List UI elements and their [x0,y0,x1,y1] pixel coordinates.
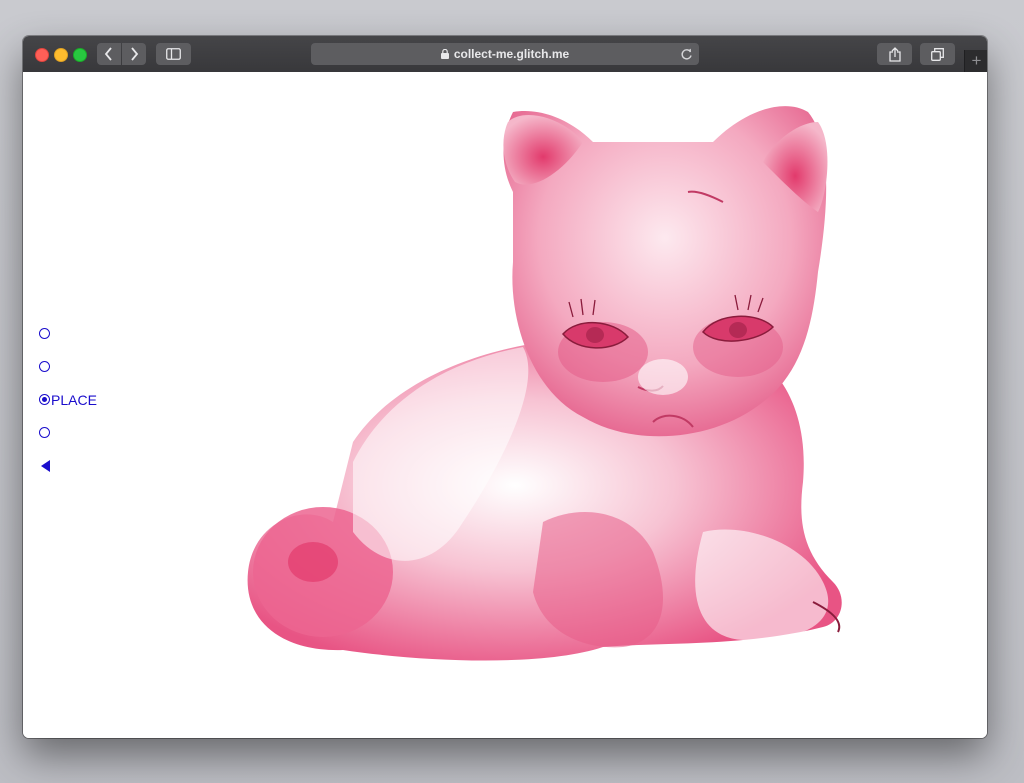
lock-icon [440,49,449,59]
share-icon [888,46,901,62]
page-content: PLACE [23,72,987,738]
chevron-right-icon [131,47,139,61]
sidebar-toggle-button[interactable] [156,43,191,65]
nav-option-2[interactable] [39,350,97,383]
radio-circle-icon [39,427,50,438]
nav-option-label: PLACE [51,391,97,408]
chevron-left-icon [104,47,112,61]
fullscreen-window-button[interactable] [73,48,87,62]
url-text: collect-me.glitch.me [453,47,570,61]
close-window-button[interactable] [35,48,49,62]
minimize-window-button[interactable] [54,48,68,62]
back-button[interactable] [97,43,121,65]
pink-kitten-figurine-image [247,106,842,661]
browser-titlebar: collect-me.glitch.me + [23,36,987,73]
sidebar-icon [166,48,181,60]
nav-back-button[interactable] [39,449,97,482]
reload-icon[interactable] [680,47,693,64]
forward-button[interactable] [122,43,146,65]
radio-selected-icon [39,394,50,405]
show-tabs-button[interactable] [920,43,955,65]
address-bar[interactable]: collect-me.glitch.me [311,43,699,65]
browser-window: collect-me.glitch.me + PLACE [23,36,987,738]
radio-circle-icon [39,361,50,372]
nav-option-place[interactable]: PLACE [39,383,97,416]
radio-nav: PLACE [39,317,97,482]
nav-option-1[interactable] [39,317,97,350]
share-button[interactable] [877,43,912,65]
new-tab-button[interactable]: + [964,50,987,72]
radio-circle-icon [39,328,50,339]
left-triangle-icon [41,459,50,472]
tabs-icon [931,47,944,61]
nav-option-4[interactable] [39,416,97,449]
